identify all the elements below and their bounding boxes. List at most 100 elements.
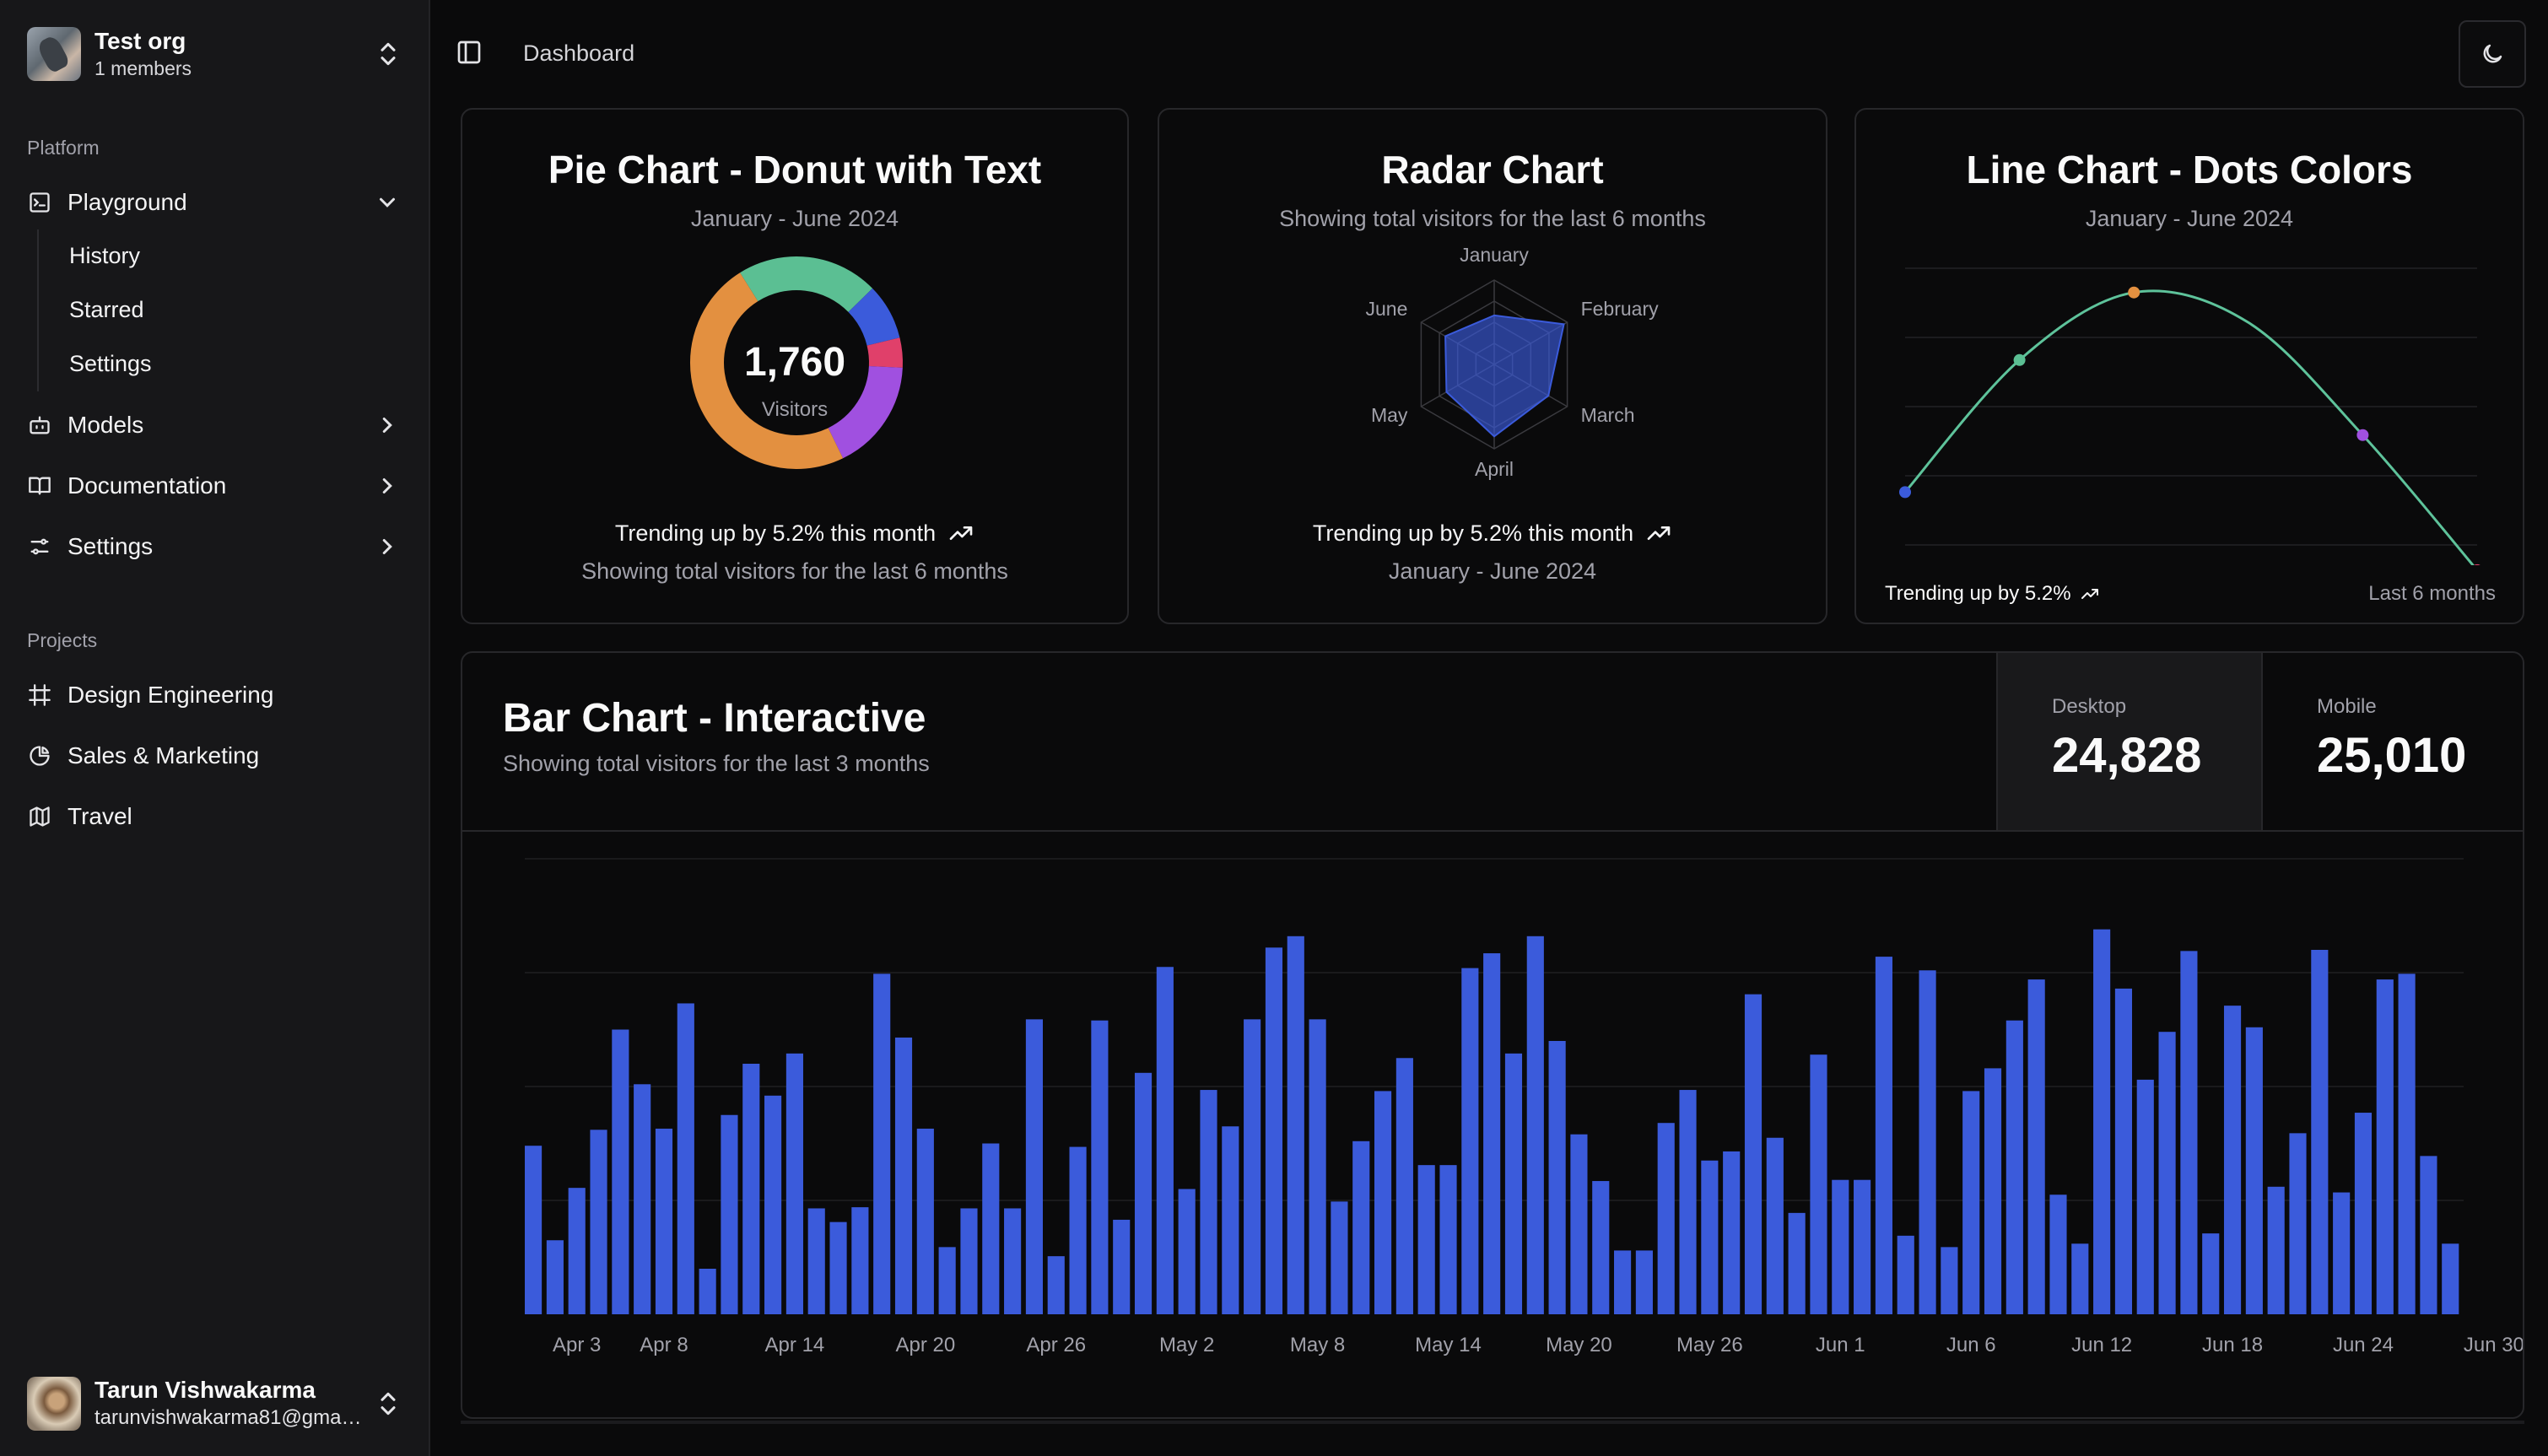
bar [1548,1041,1566,1314]
bar [1178,1189,1196,1314]
card-title: Radar Chart [1381,148,1604,191]
divider [462,830,2523,832]
bar [1941,1247,1958,1314]
radar-chart: January February March April May June [1366,245,1660,480]
sliders-icon [27,534,52,559]
x-tick-label: Jun 6 [1946,1334,1996,1356]
bar-chart-card: Bar Chart - Interactive Showing total vi… [461,651,2524,1419]
bar [1832,1179,1849,1314]
project-design-engineering[interactable]: Design Engineering [27,671,407,719]
radar-axis-label: April [1475,458,1514,480]
platform-label: Platform [27,137,100,159]
sidebar-toggle-icon[interactable] [456,39,483,66]
radar-axis-label: January [1460,245,1529,266]
card-title: Line Chart - Dots Colors [1966,148,2413,191]
header: Dashboard [432,0,2548,106]
bar [1287,936,1304,1314]
bar [894,1037,913,1314]
bar [546,1240,564,1314]
radar-axis-label: June [1366,298,1408,320]
sidebar-item-settings[interactable]: Settings [27,523,407,570]
x-tick-label: May 26 [1676,1334,1743,1356]
donut-center-value: 1,760 [743,340,846,385]
bar [1570,1134,1588,1314]
mobile-toggle[interactable]: Mobile 25,010 [2261,653,2523,830]
x-tick-label: Jun 1 [1816,1334,1865,1356]
user-name: Tarun Vishwakarma [94,1377,316,1403]
bar [2093,929,2111,1314]
user-email: tarunvishwakarma81@gmail.com [94,1406,364,1429]
sidebar-item-documentation[interactable]: Documentation [27,462,407,510]
sidebar-subitem-starred[interactable]: Starred [69,297,144,323]
trend-text: Trending up by 5.2% this month [1312,520,1634,546]
sidebar-subitem-settings[interactable]: Settings [69,351,152,377]
bar [699,1269,716,1314]
scroll-edge [461,1421,2524,1424]
stat-label: Mobile [2317,695,2377,718]
project-label: Design Engineering [67,682,274,708]
bar [2420,1156,2437,1314]
bar [938,1247,956,1314]
bar [1788,1212,1806,1314]
bar [2049,1194,2067,1314]
breadcrumb[interactable]: Dashboard [523,40,634,67]
radar-axis-label: March [1581,404,1635,426]
bar [1723,1151,1741,1314]
trend-text: Trending up by 5.2% this month [614,520,937,546]
bar [1374,1091,1392,1314]
bar [2267,1186,2285,1314]
x-tick-label: Apr 26 [1026,1334,1086,1356]
project-travel[interactable]: Travel [27,793,407,840]
bar [1395,1058,1413,1314]
x-tick-label: Apr 14 [765,1334,825,1356]
bar [2289,1133,2307,1314]
moon-icon [2483,44,2502,63]
bar [1744,994,1763,1314]
card-subtitle: Showing total visitors for the last 6 mo… [1279,206,1706,231]
user-menu[interactable]: Tarun Vishwakarma tarunvishwakarma81@gma… [27,1375,407,1432]
bar [1679,1090,1697,1314]
card-footer: Last 6 months [2368,582,2496,605]
x-tick-label: Jun 12 [2071,1334,2132,1356]
org-switcher[interactable]: Test org 1 members [27,25,407,83]
desktop-toggle[interactable]: Desktop 24,828 [1996,653,2261,830]
card-footer: Showing total visitors for the last 6 mo… [581,558,1008,584]
line-chart-card: Line Chart - Dots Colors January - June … [1854,108,2524,624]
project-sales-marketing[interactable]: Sales & Marketing [27,732,407,779]
sidebar-subitem-history[interactable]: History [69,243,140,269]
sidebar-item-label: Documentation [67,472,227,499]
avatar [27,1377,81,1431]
bar [677,1003,694,1314]
bar [525,1146,543,1314]
line-point [1899,486,1911,499]
bar [1592,1181,1610,1314]
sidebar-item-playground[interactable]: Playground [27,179,407,226]
bar [1875,957,1892,1314]
bar [2311,950,2329,1314]
stat-value: 24,828 [2052,728,2202,783]
bar [2114,988,2133,1314]
theme-toggle-button[interactable] [2459,20,2526,88]
bar [1352,1141,1370,1314]
bar [851,1207,869,1314]
trending-up-icon [949,526,973,540]
bar [1854,1179,1871,1314]
bar [1919,970,1936,1314]
bar [1265,947,1283,1314]
trending-up-icon [2081,589,2098,599]
bar [1156,967,1174,1314]
sidebar-item-models[interactable]: Models [27,402,407,449]
bar [1309,1019,1326,1314]
bar [590,1130,607,1314]
bot-icon [27,413,52,438]
bar [1701,1160,1719,1314]
chevron-right-icon [382,418,392,433]
bar [1331,1201,1348,1314]
bar [1614,1250,1632,1314]
bar [1483,953,1501,1314]
stat-label: Desktop [2052,695,2127,718]
pie-chart-card: Pie Chart - Donut with Text January - Ju… [461,108,1129,624]
project-label: Sales & Marketing [67,742,260,768]
x-tick-label: May 8 [1290,1334,1345,1356]
projects-label: Projects [27,629,98,651]
